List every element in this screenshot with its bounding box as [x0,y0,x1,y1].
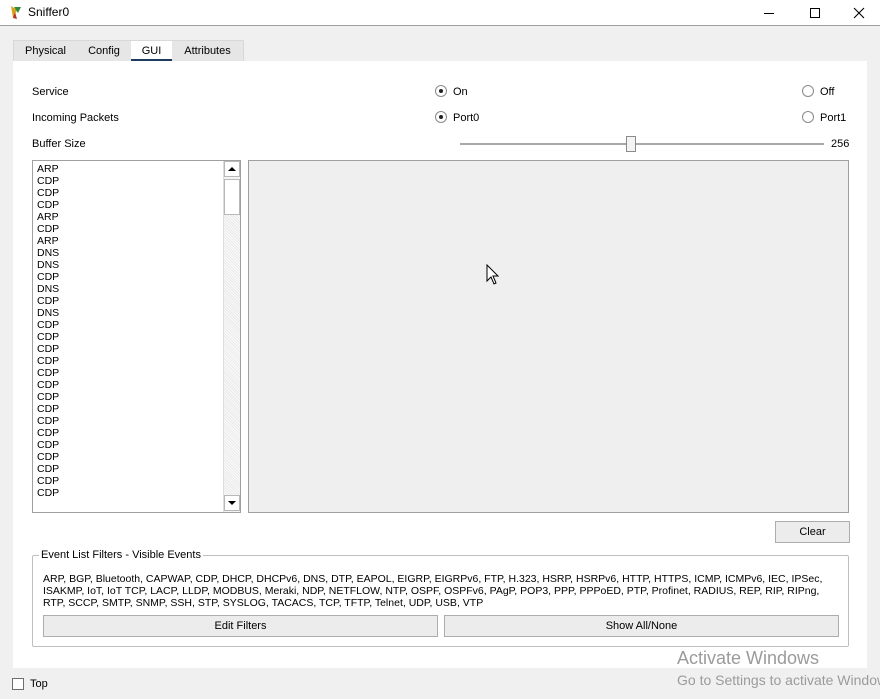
event-list-item[interactable]: ARP [37,163,222,175]
event-list-item[interactable]: CDP [37,271,222,283]
maximize-button[interactable] [792,0,838,26]
filters-legend: Event List Filters - Visible Events [39,549,203,561]
event-list-item[interactable]: CDP [37,175,222,187]
clear-button[interactable]: Clear [775,521,850,543]
event-list-item[interactable]: CDP [37,331,222,343]
buffer-size-slider-track[interactable] [460,143,824,145]
service-off-radio[interactable] [802,85,814,97]
event-list-item[interactable]: ARP [37,211,222,223]
tab-bar: Physical Config GUI Attributes [13,40,244,62]
event-list-item[interactable]: DNS [37,283,222,295]
event-list-item[interactable]: DNS [37,259,222,271]
close-icon [853,7,865,19]
scrollbar-thumb[interactable] [224,179,240,215]
tab-attributes[interactable]: Attributes [172,41,243,61]
maximize-icon [810,8,820,18]
event-list-item[interactable]: CDP [37,355,222,367]
sniffer-app-icon [8,4,24,20]
visible-events-text: ARP, BGP, Bluetooth, CAPWAP, CDP, DHCP, … [43,573,823,609]
activate-windows-hint: Go to Settings to activate Windows. [677,672,880,688]
tab-config[interactable]: Config [77,41,131,61]
show-all-none-button[interactable]: Show All/None [444,615,839,637]
event-list-item[interactable]: CDP [37,223,222,235]
event-list-item[interactable]: CDP [37,451,222,463]
event-list-item[interactable]: CDP [37,295,222,307]
buffer-size-slider-thumb[interactable] [626,136,637,152]
service-label: Service [32,86,69,98]
event-list-scrollbar[interactable] [223,161,240,512]
edit-filters-button[interactable]: Edit Filters [43,615,438,637]
tab-gui[interactable]: GUI [131,41,172,62]
event-list-item[interactable]: ARP [37,235,222,247]
event-list-item[interactable]: CDP [37,379,222,391]
scroll-up-button[interactable] [224,161,240,177]
top-label: Top [30,678,48,690]
event-list-item[interactable]: CDP [37,391,222,403]
event-list-item[interactable]: CDP [37,439,222,451]
event-list-item[interactable]: CDP [37,367,222,379]
service-on-radio[interactable] [435,85,447,97]
event-list-filters-group: Event List Filters - Visible Events ARP,… [32,549,849,647]
service-on-label: On [453,86,468,98]
port0-radio[interactable] [435,111,447,123]
incoming-packets-label: Incoming Packets [32,112,119,124]
event-list[interactable]: ARP CDP CDP CDP ARP CDP ARP DNS DNS CDP DNS CDP DNS C… [32,160,241,513]
buffer-size-value: 256 [831,138,850,150]
title-bar: Sniffer0 [0,0,880,26]
tab-physical[interactable]: Physical [14,41,77,61]
event-list-item[interactable]: DNS [37,307,222,319]
event-list-item[interactable]: CDP [37,427,222,439]
event-list-item[interactable]: CDP [37,475,222,487]
window-title: Sniffer0 [28,5,70,19]
mouse-cursor-icon [486,264,500,285]
top-checkbox[interactable] [12,678,24,690]
close-button[interactable] [836,0,880,26]
port0-label: Port0 [453,112,480,124]
pdu-detail-pane [248,160,849,513]
service-off-label: Off [820,86,835,98]
event-list-item[interactable]: DNS [37,247,222,259]
event-list-items: ARP CDP CDP CDP ARP CDP ARP DNS DNS CDP DNS CDP DNS C… [37,163,222,499]
minimize-icon [764,13,774,14]
port1-radio[interactable] [802,111,814,123]
port1-label: Port1 [820,112,847,124]
event-list-item[interactable]: CDP [37,343,222,355]
activate-windows-watermark: Activate Windows [677,648,820,668]
arrow-up-icon [228,167,236,171]
event-list-item[interactable]: CDP [37,403,222,415]
event-list-item[interactable]: CDP [37,463,222,475]
buffer-size-label: Buffer Size [32,138,86,150]
minimize-button[interactable] [746,0,792,26]
event-list-item[interactable]: CDP [37,487,222,499]
arrow-down-icon [228,501,236,505]
event-list-item[interactable]: CDP [37,199,222,211]
scroll-down-button[interactable] [224,495,240,511]
event-list-item[interactable]: CDP [37,319,222,331]
event-list-item[interactable]: CDP [37,187,222,199]
event-list-item[interactable]: CDP [37,415,222,427]
